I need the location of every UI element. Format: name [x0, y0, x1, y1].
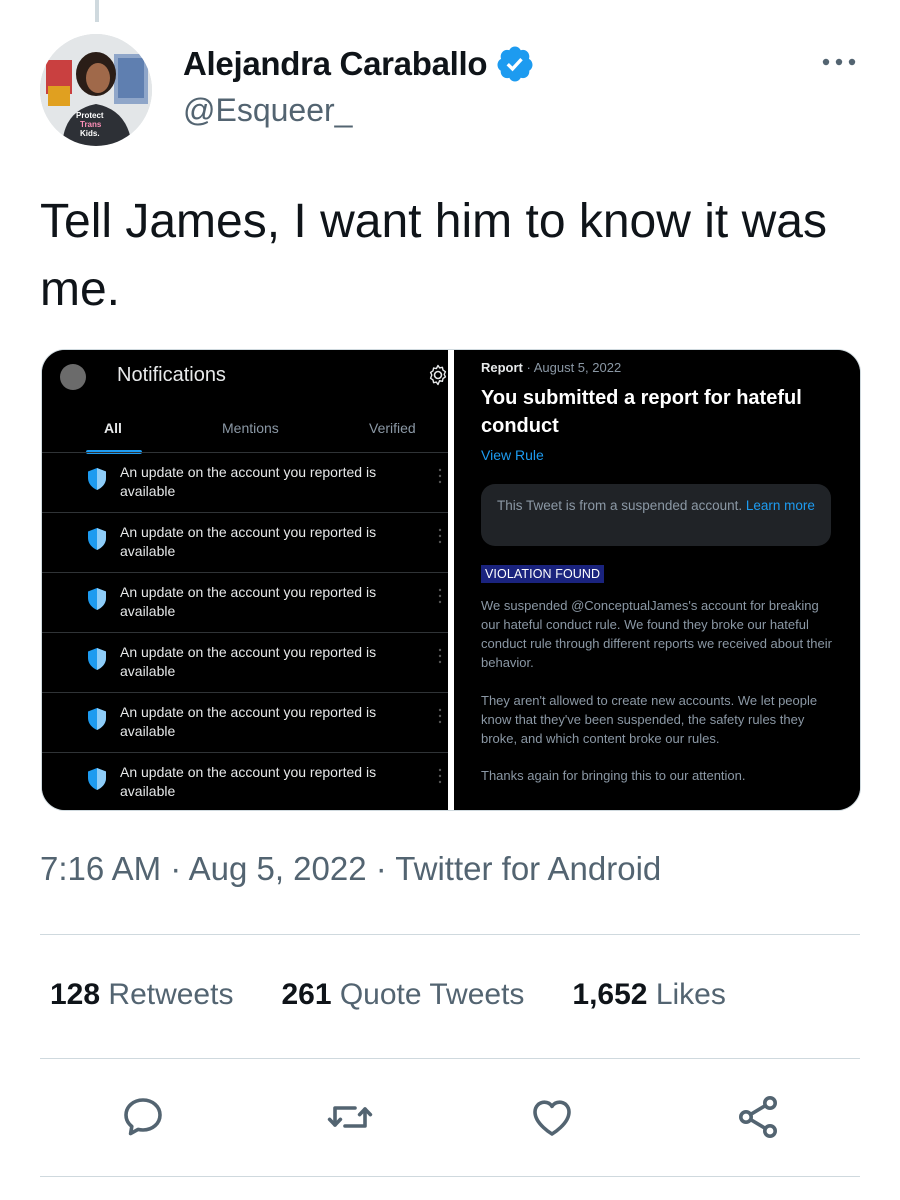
notification-item[interactable]: An update on the account you reported is…	[42, 513, 448, 573]
quote-tweets-count: 261	[281, 978, 332, 1011]
quote-tweets-stat[interactable]: 261 Quote Tweets	[281, 978, 524, 1012]
gear-icon	[429, 364, 447, 386]
notifications-title: Notifications	[117, 364, 226, 386]
svg-text:Protect: Protect	[76, 111, 104, 120]
verified-badge-icon	[497, 46, 533, 82]
shield-icon	[88, 468, 106, 490]
shield-icon	[88, 648, 106, 670]
more-icon[interactable]	[820, 50, 860, 74]
report-date: · August 5, 2022	[522, 360, 622, 375]
retweets-label: Retweets	[100, 978, 234, 1011]
shield-icon	[88, 588, 106, 610]
tab-all[interactable]: All	[104, 420, 122, 436]
shield-icon	[88, 528, 106, 550]
divider	[40, 1176, 860, 1177]
suspended-notice: This Tweet is from a suspended account. …	[481, 484, 831, 546]
tweet-media[interactable]: Notifications All Mentions Verified An u…	[41, 349, 861, 811]
report-screenshot: Report · August 5, 2022 You submitted a …	[454, 350, 860, 810]
author-block: Alejandra Caraballo @Esqueer_	[183, 44, 535, 129]
report-label: Report	[481, 360, 523, 375]
more-icon[interactable]	[438, 767, 442, 785]
reply-icon[interactable]	[119, 1093, 167, 1141]
notification-item[interactable]: An update on the account you reported is…	[42, 633, 448, 693]
retweet-icon[interactable]	[326, 1093, 374, 1141]
more-icon[interactable]	[438, 647, 442, 665]
notifications-avatar	[60, 364, 86, 390]
retweets-stat[interactable]: 128 Retweets	[50, 978, 233, 1012]
report-header: Report · August 5, 2022	[481, 360, 621, 375]
notification-item[interactable]: An update on the account you reported is…	[42, 573, 448, 633]
notifications-screenshot: Notifications All Mentions Verified An u…	[42, 350, 448, 810]
shield-icon	[88, 768, 106, 790]
quote-tweets-label: Quote Tweets	[331, 978, 525, 1011]
share-icon[interactable]	[734, 1093, 782, 1141]
likes-stat[interactable]: 1,652 Likes	[572, 978, 725, 1012]
more-icon[interactable]	[438, 707, 442, 725]
report-paragraph: We suspended @ConceptualJames's account …	[481, 598, 832, 670]
view-rule-link[interactable]: View Rule	[481, 447, 544, 463]
likes-label: Likes	[647, 978, 726, 1011]
tab-mentions[interactable]: Mentions	[222, 420, 279, 436]
notification-item[interactable]: An update on the account you reported is…	[42, 693, 448, 753]
likes-count: 1,652	[572, 978, 648, 1011]
notifications-tabs: All Mentions Verified	[42, 416, 448, 456]
tab-verified[interactable]: Verified	[369, 420, 416, 436]
shield-icon	[88, 708, 106, 730]
avatar-image: Protect Trans Kids.	[40, 34, 152, 146]
more-icon[interactable]	[438, 527, 442, 545]
more-icon[interactable]	[438, 587, 442, 605]
handle[interactable]: @Esqueer_	[183, 92, 535, 129]
report-paragraph: They aren't allowed to create new accoun…	[481, 693, 818, 746]
retweets-count: 128	[50, 978, 101, 1011]
tweet-text: Tell James, I want him to know it was me…	[40, 195, 827, 316]
suspended-notice-text: This Tweet is from a suspended account.	[497, 498, 746, 513]
name-row: Alejandra Caraballo	[183, 44, 535, 84]
notification-text: An update on the account you reported is…	[120, 464, 377, 499]
notification-item[interactable]: An update on the account you reported is…	[42, 453, 448, 513]
notification-text: An update on the account you reported is…	[120, 584, 377, 619]
divider	[40, 1058, 860, 1059]
like-icon[interactable]	[528, 1093, 576, 1141]
display-name[interactable]: Alejandra Caraballo	[183, 45, 488, 83]
notification-item[interactable]: An update on the account you reported is…	[42, 753, 448, 810]
notification-text: An update on the account you reported is…	[120, 764, 377, 799]
notification-text: An update on the account you reported is…	[120, 644, 377, 679]
report-title: You submitted a report for hateful condu…	[481, 387, 802, 437]
divider	[40, 934, 860, 935]
avatar[interactable]: Protect Trans Kids.	[40, 34, 152, 146]
notification-text: An update on the account you reported is…	[120, 524, 377, 559]
svg-text:Trans: Trans	[80, 120, 102, 129]
thread-connector-line	[95, 0, 99, 22]
tweet-stats: 128 Retweets 261 Quote Tweets 1,652 Like…	[50, 978, 774, 1012]
report-paragraph: Thanks again for bringing this to our at…	[481, 768, 746, 783]
more-icon[interactable]	[438, 467, 442, 485]
notification-text: An update on the account you reported is…	[120, 704, 377, 739]
violation-badge: VIOLATION FOUND	[481, 565, 605, 583]
learn-more-link[interactable]: Learn more	[746, 498, 815, 513]
tweet-timestamp[interactable]: 7:16 AM · Aug 5, 2022 · Twitter for Andr…	[40, 850, 661, 888]
svg-text:Kids.: Kids.	[80, 129, 100, 138]
